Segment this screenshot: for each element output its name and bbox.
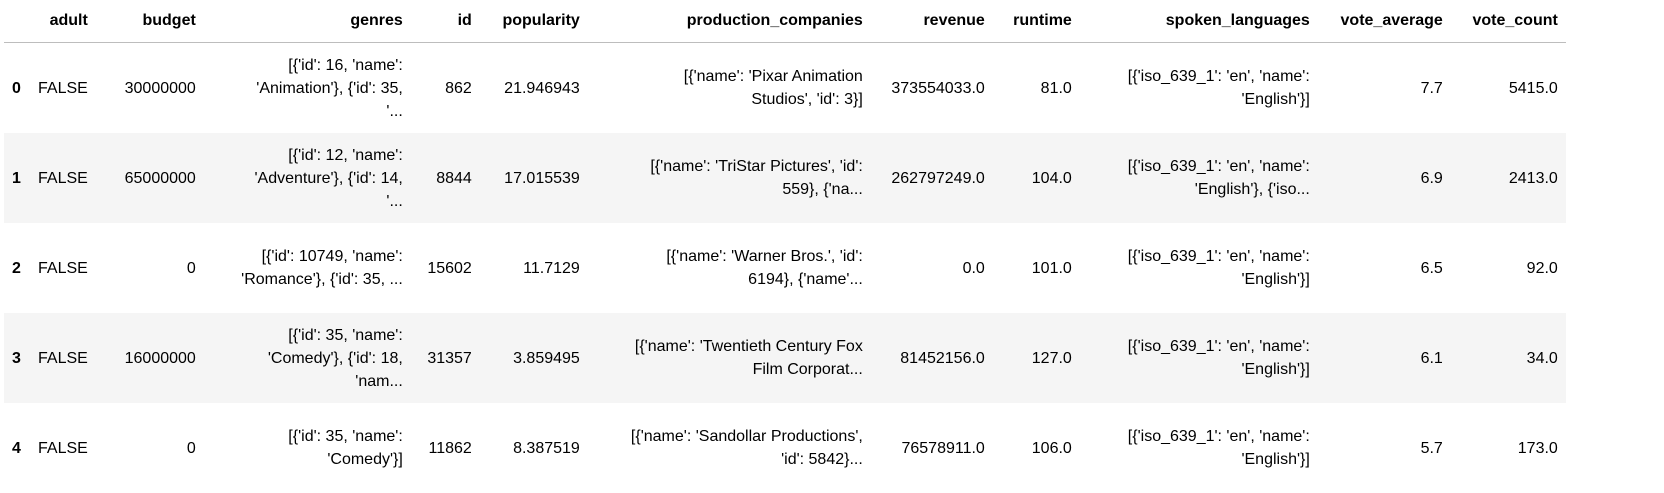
cell-production-companies: [{'name': 'Sandollar Productions', 'id':… <box>630 428 863 468</box>
cell-spoken-languages: [{'iso_639_1': 'en', 'name': 'English'}] <box>1127 248 1310 288</box>
row-index: 2 <box>12 259 21 277</box>
cell-vote-count: 34.0 <box>1450 313 1566 403</box>
dataframe-table: adult budget genres id popularity production_… <box>4 0 1566 493</box>
cell-budget: 65000000 <box>95 133 204 223</box>
table-row: 2 FALSE 0 [{'id': 10749, 'name': 'Romance'}… <box>4 223 1566 313</box>
cell-vote-average: 5.7 <box>1420 439 1443 457</box>
cell-genres: [{'id': 35, 'name': 'Comedy'}, {'id': 18… <box>203 313 411 403</box>
cell-vote-average: 6.1 <box>1317 313 1451 403</box>
row-index: 4 <box>12 439 21 457</box>
cell-popularity: 8.387519 <box>513 439 580 457</box>
cell-genres: [{'id': 12, 'name': 'Adventure'}, {'id':… <box>203 133 411 223</box>
column-header-id: id <box>410 0 480 43</box>
cell-budget: 30000000 <box>124 79 196 97</box>
cell-vote-count: 92.0 <box>1526 259 1558 277</box>
header-row: adult budget genres id popularity production_… <box>4 0 1566 43</box>
cell-adult: FALSE <box>30 133 96 223</box>
row-index: 1 <box>4 133 30 223</box>
cell-vote-average: 6.5 <box>1420 259 1443 277</box>
row-index: 0 <box>12 79 21 97</box>
cell-adult: FALSE <box>38 439 88 457</box>
cell-production-companies: [{'name': 'Pixar Animation Studios', 'id… <box>683 68 863 108</box>
column-header-spoken-languages: spoken_languages <box>1079 0 1318 43</box>
cell-production-companies: [{'name': 'TriStar Pictures', 'id': 559}… <box>587 133 871 223</box>
table-row: 4 FALSE 0 [{'id': 35, 'name': 'Comedy'}] 118… <box>4 403 1566 493</box>
cell-id: 8844 <box>410 133 480 223</box>
cell-adult: FALSE <box>30 313 96 403</box>
cell-runtime: 106.0 <box>1031 439 1072 457</box>
cell-budget: 0 <box>186 259 196 277</box>
column-header-vote-average: vote_average <box>1317 0 1451 43</box>
table-row: 3 FALSE 16000000 [{'id': 35, 'name': 'Comed… <box>4 313 1566 403</box>
cell-runtime: 127.0 <box>992 313 1080 403</box>
cell-production-companies: [{'name': 'Warner Bros.', 'id': 6194}, {… <box>666 248 863 288</box>
row-index: 3 <box>4 313 30 403</box>
cell-vote-count: 2413.0 <box>1450 133 1566 223</box>
table-row: 0 FALSE 30000000 [{'id': 16, 'name': 'Anima… <box>4 43 1566 134</box>
cell-adult: FALSE <box>38 259 88 277</box>
cell-id: 31357 <box>410 313 480 403</box>
cell-revenue: 81452156.0 <box>870 313 993 403</box>
cell-revenue: 373554033.0 <box>891 79 985 97</box>
cell-id: 11862 <box>428 439 472 457</box>
column-header-popularity: popularity <box>479 0 588 43</box>
column-header-adult: adult <box>30 0 96 43</box>
cell-runtime: 104.0 <box>992 133 1080 223</box>
column-header-production-companies: production_companies <box>587 0 871 43</box>
cell-vote-average: 7.7 <box>1420 79 1443 97</box>
cell-id: 862 <box>445 79 472 97</box>
cell-vote-average: 6.9 <box>1317 133 1451 223</box>
cell-popularity: 11.7129 <box>523 259 580 277</box>
cell-vote-count: 5415.0 <box>1508 79 1558 97</box>
cell-popularity: 3.859495 <box>479 313 588 403</box>
column-header-runtime: runtime <box>992 0 1080 43</box>
cell-revenue: 0.0 <box>962 259 985 277</box>
cell-genres: [{'id': 16, 'name': 'Animation'}, {'id':… <box>256 56 403 120</box>
cell-production-companies: [{'name': 'Twentieth Century Fox Film Co… <box>587 313 871 403</box>
cell-runtime: 101.0 <box>1031 259 1072 277</box>
column-header-vote-count: vote_count <box>1450 0 1566 43</box>
cell-popularity: 17.015539 <box>479 133 588 223</box>
column-header-revenue: revenue <box>870 0 993 43</box>
cell-spoken-languages: [{'iso_639_1': 'en', 'name': 'English'}] <box>1127 428 1310 468</box>
column-header-index <box>4 0 30 43</box>
cell-adult: FALSE <box>38 79 88 97</box>
cell-popularity: 21.946943 <box>504 79 580 97</box>
cell-budget: 0 <box>186 439 196 457</box>
cell-genres: [{'id': 35, 'name': 'Comedy'}] <box>288 428 403 468</box>
column-header-genres: genres <box>203 0 411 43</box>
cell-spoken-languages: [{'iso_639_1': 'en', 'name': 'English'}] <box>1079 313 1318 403</box>
cell-spoken-languages: [{'iso_639_1': 'en', 'name': 'English'}] <box>1127 68 1310 108</box>
column-header-budget: budget <box>95 0 204 43</box>
cell-vote-count: 173.0 <box>1517 439 1558 457</box>
cell-revenue: 262797249.0 <box>870 133 993 223</box>
cell-runtime: 81.0 <box>1040 79 1072 97</box>
cell-budget: 16000000 <box>95 313 204 403</box>
cell-id: 15602 <box>427 259 472 277</box>
cell-revenue: 76578911.0 <box>901 439 985 457</box>
cell-spoken-languages: [{'iso_639_1': 'en', 'name': 'English'},… <box>1079 133 1318 223</box>
cell-genres: [{'id': 10749, 'name': 'Romance'}, {'id'… <box>241 248 403 288</box>
table-row: 1 FALSE 65000000 [{'id': 12, 'name': 'Adven… <box>4 133 1566 223</box>
